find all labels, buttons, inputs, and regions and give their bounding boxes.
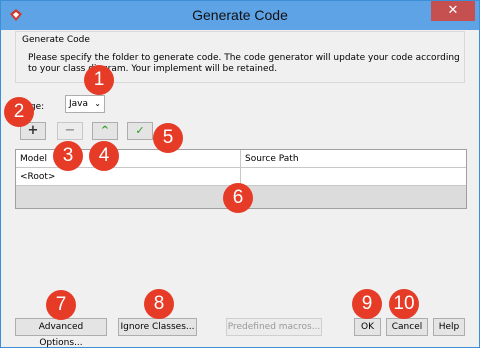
advanced-options-button[interactable]: Advanced Options... — [15, 318, 107, 348]
language-value: Java — [69, 99, 89, 109]
row-source-path-cell[interactable] — [241, 168, 466, 186]
remove-button[interactable]: − — [57, 122, 83, 140]
window-title: Generate Code — [192, 7, 288, 23]
cancel-button[interactable]: Cancel — [386, 318, 428, 336]
callout-marker-2: 2 — [4, 97, 34, 127]
column-header-model[interactable]: Model — [16, 150, 241, 168]
row-model-cell[interactable]: <Root> — [16, 168, 241, 186]
callout-marker-1: 1 — [84, 65, 114, 95]
confirm-check-button[interactable]: ✓ — [127, 122, 153, 140]
table-header: Model Source Path — [16, 150, 466, 168]
predefined-macros-button[interactable]: Predefined macros... — [226, 318, 322, 336]
column-header-source-path[interactable]: Source Path — [241, 150, 466, 168]
close-button[interactable]: ✕ — [431, 1, 475, 21]
ok-button[interactable]: OK — [354, 318, 381, 336]
ignore-classes-button[interactable]: Ignore Classes... — [118, 318, 197, 336]
callout-marker-5: 5 — [153, 123, 183, 153]
title-bar[interactable]: Generate Code ✕ — [1, 1, 479, 30]
callout-marker-6: 6 — [223, 183, 253, 213]
generate-code-group: Generate Code Please specify the folder … — [15, 31, 465, 83]
callout-marker-10: 10 — [389, 289, 419, 319]
callout-marker-7: 7 — [46, 290, 76, 320]
callout-marker-4: 4 — [89, 141, 119, 171]
group-title: Generate Code — [22, 35, 90, 45]
callout-marker-8: 8 — [144, 289, 174, 319]
help-button[interactable]: Help — [433, 318, 465, 336]
language-select[interactable]: Java ⌄ — [65, 95, 105, 113]
callout-marker-3: 3 — [53, 141, 83, 171]
move-up-button[interactable]: ^ — [92, 122, 118, 140]
chevron-down-icon: ⌄ — [94, 99, 101, 108]
generate-code-dialog: Generate Code ✕ Generate Code Please spe… — [0, 0, 480, 348]
callout-marker-9: 9 — [352, 289, 382, 319]
